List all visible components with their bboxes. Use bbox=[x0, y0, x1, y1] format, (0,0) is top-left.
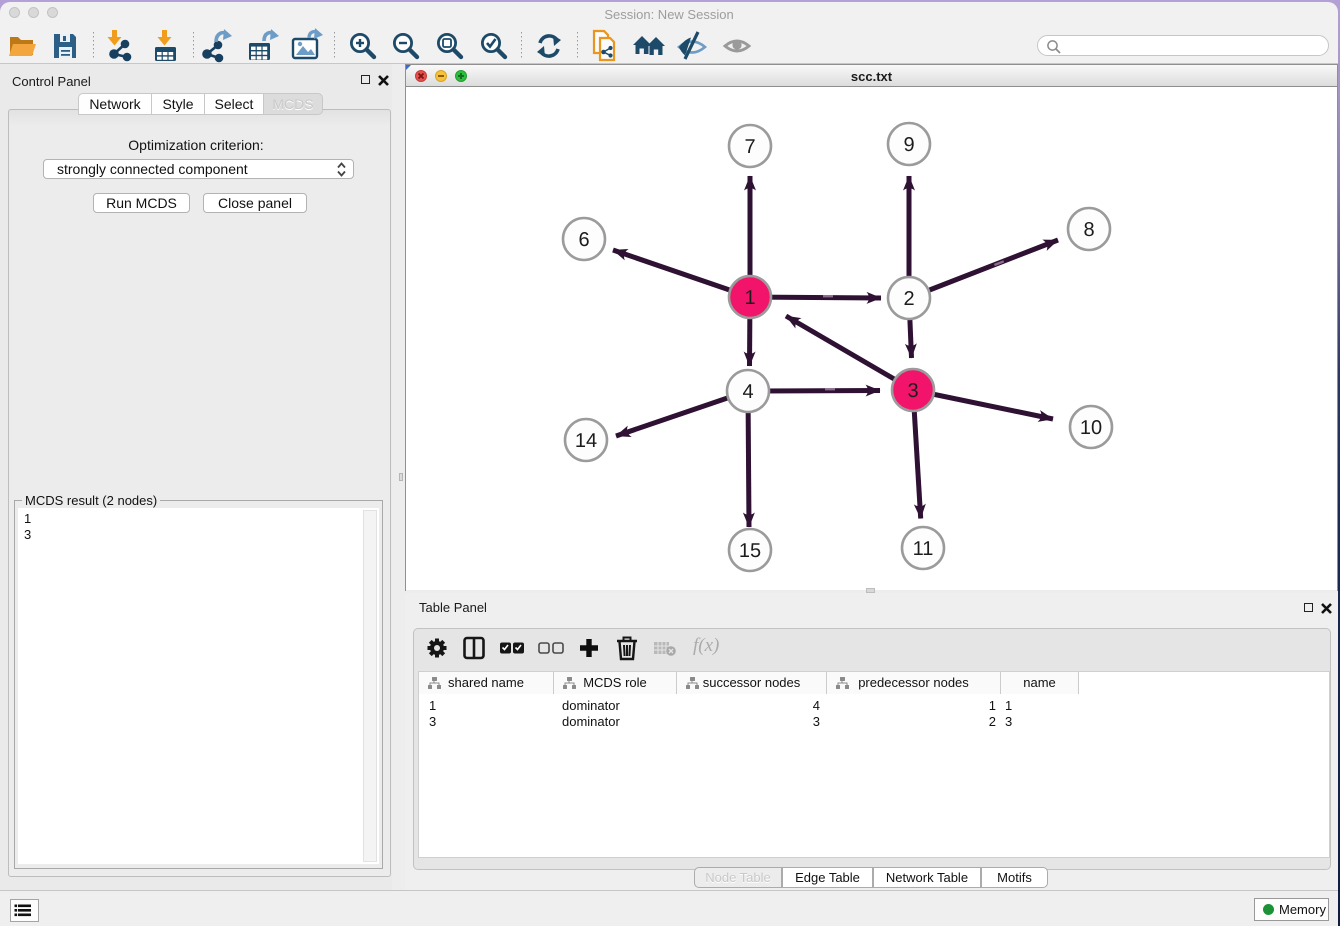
svg-text:14: 14 bbox=[575, 430, 597, 452]
svg-text:9: 9 bbox=[903, 134, 914, 156]
svg-text:10: 10 bbox=[1080, 417, 1102, 439]
svg-text:2: 2 bbox=[903, 288, 914, 310]
svg-text:6: 6 bbox=[578, 229, 589, 251]
svg-text:15: 15 bbox=[739, 540, 761, 562]
svg-text:7: 7 bbox=[744, 136, 755, 158]
svg-text:11: 11 bbox=[913, 538, 934, 560]
svg-text:1: 1 bbox=[744, 287, 755, 309]
svg-text:3: 3 bbox=[907, 380, 918, 402]
svg-text:4: 4 bbox=[742, 381, 753, 403]
svg-text:8: 8 bbox=[1083, 219, 1094, 241]
